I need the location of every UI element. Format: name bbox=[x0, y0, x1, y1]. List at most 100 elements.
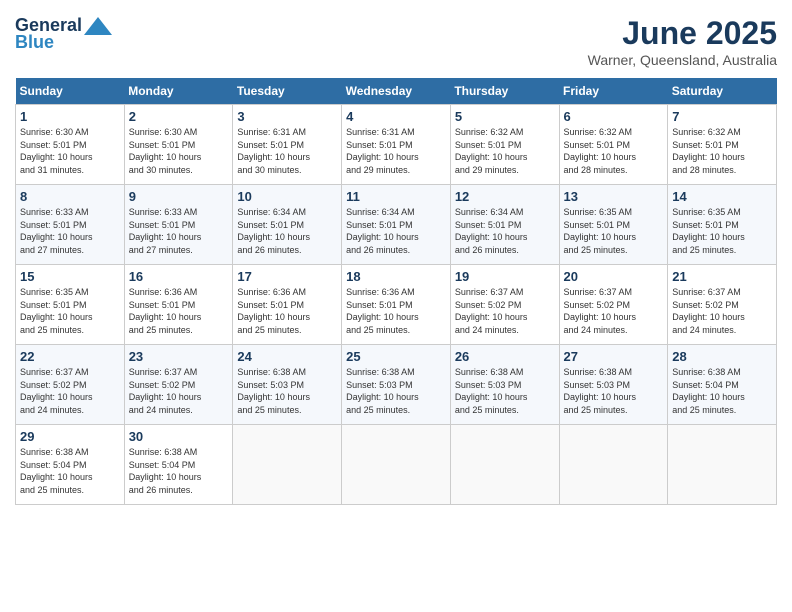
calendar-week-row: 8 Sunrise: 6:33 AMSunset: 5:01 PMDaylight… bbox=[16, 185, 777, 265]
day-number: 20 bbox=[564, 269, 664, 284]
day-info: Sunrise: 6:30 AMSunset: 5:01 PMDaylight:… bbox=[129, 126, 229, 176]
day-number: 7 bbox=[672, 109, 772, 124]
day-info: Sunrise: 6:37 AMSunset: 5:02 PMDaylight:… bbox=[564, 286, 664, 336]
day-number: 11 bbox=[346, 189, 446, 204]
calendar-week-row: 15 Sunrise: 6:35 AMSunset: 5:01 PMDayligh… bbox=[16, 265, 777, 345]
day-number: 28 bbox=[672, 349, 772, 364]
day-info: Sunrise: 6:35 AMSunset: 5:01 PMDaylight:… bbox=[672, 206, 772, 256]
day-number: 26 bbox=[455, 349, 555, 364]
day-info: Sunrise: 6:32 AMSunset: 5:01 PMDaylight:… bbox=[564, 126, 664, 176]
calendar-cell bbox=[668, 425, 777, 505]
day-info: Sunrise: 6:33 AMSunset: 5:01 PMDaylight:… bbox=[129, 206, 229, 256]
day-info: Sunrise: 6:37 AMSunset: 5:02 PMDaylight:… bbox=[20, 366, 120, 416]
day-info: Sunrise: 6:30 AMSunset: 5:01 PMDaylight:… bbox=[20, 126, 120, 176]
day-number: 23 bbox=[129, 349, 229, 364]
day-info: Sunrise: 6:31 AMSunset: 5:01 PMDaylight:… bbox=[237, 126, 337, 176]
day-info: Sunrise: 6:33 AMSunset: 5:01 PMDaylight:… bbox=[20, 206, 120, 256]
day-info: Sunrise: 6:34 AMSunset: 5:01 PMDaylight:… bbox=[455, 206, 555, 256]
day-info: Sunrise: 6:38 AMSunset: 5:03 PMDaylight:… bbox=[237, 366, 337, 416]
calendar-cell: 14 Sunrise: 6:35 AMSunset: 5:01 PMDayligh… bbox=[668, 185, 777, 265]
calendar-cell: 23 Sunrise: 6:37 AMSunset: 5:02 PMDayligh… bbox=[124, 345, 233, 425]
col-header-monday: Monday bbox=[124, 78, 233, 105]
day-number: 12 bbox=[455, 189, 555, 204]
day-info: Sunrise: 6:38 AMSunset: 5:03 PMDaylight:… bbox=[455, 366, 555, 416]
calendar-cell bbox=[559, 425, 668, 505]
day-number: 9 bbox=[129, 189, 229, 204]
page-header: General Blue June 2025 Warner, Queenslan… bbox=[15, 15, 777, 68]
calendar-cell: 26 Sunrise: 6:38 AMSunset: 5:03 PMDayligh… bbox=[450, 345, 559, 425]
day-info: Sunrise: 6:38 AMSunset: 5:04 PMDaylight:… bbox=[129, 446, 229, 496]
day-number: 17 bbox=[237, 269, 337, 284]
day-number: 25 bbox=[346, 349, 446, 364]
calendar-cell: 8 Sunrise: 6:33 AMSunset: 5:01 PMDaylight… bbox=[16, 185, 125, 265]
calendar-cell: 24Sunrise: 6:38 AMSunset: 5:03 PMDayligh… bbox=[233, 345, 342, 425]
day-number: 2 bbox=[129, 109, 229, 124]
day-info: Sunrise: 6:34 AMSunset: 5:01 PMDaylight:… bbox=[346, 206, 446, 256]
day-info: Sunrise: 6:35 AMSunset: 5:01 PMDaylight:… bbox=[20, 286, 120, 336]
calendar-cell: 29Sunrise: 6:38 AMSunset: 5:04 PMDayligh… bbox=[16, 425, 125, 505]
calendar-cell: 12 Sunrise: 6:34 AMSunset: 5:01 PMDayligh… bbox=[450, 185, 559, 265]
logo: General Blue bbox=[15, 15, 112, 53]
day-info: Sunrise: 6:37 AMSunset: 5:02 PMDaylight:… bbox=[672, 286, 772, 336]
calendar-cell: 6 Sunrise: 6:32 AMSunset: 5:01 PMDaylight… bbox=[559, 105, 668, 185]
day-number: 8 bbox=[20, 189, 120, 204]
day-number: 6 bbox=[564, 109, 664, 124]
calendar-cell: 27 Sunrise: 6:38 AMSunset: 5:03 PMDayligh… bbox=[559, 345, 668, 425]
day-number: 16 bbox=[129, 269, 229, 284]
calendar-cell: 7Sunrise: 6:32 AMSunset: 5:01 PMDaylight… bbox=[668, 105, 777, 185]
day-info: Sunrise: 6:35 AMSunset: 5:01 PMDaylight:… bbox=[564, 206, 664, 256]
col-header-wednesday: Wednesday bbox=[342, 78, 451, 105]
calendar-cell: 11 Sunrise: 6:34 AMSunset: 5:01 PMDayligh… bbox=[342, 185, 451, 265]
calendar-table: SundayMondayTuesdayWednesdayThursdayFrid… bbox=[15, 78, 777, 505]
calendar-cell: 16 Sunrise: 6:36 AMSunset: 5:01 PMDayligh… bbox=[124, 265, 233, 345]
title-area: June 2025 Warner, Queensland, Australia bbox=[588, 15, 777, 68]
day-number: 14 bbox=[672, 189, 772, 204]
calendar-cell: 9 Sunrise: 6:33 AMSunset: 5:01 PMDaylight… bbox=[124, 185, 233, 265]
calendar-week-row: 1 Sunrise: 6:30 AMSunset: 5:01 PMDaylight… bbox=[16, 105, 777, 185]
day-number: 18 bbox=[346, 269, 446, 284]
calendar-cell bbox=[342, 425, 451, 505]
calendar-week-row: 22 Sunrise: 6:37 AMSunset: 5:02 PMDayligh… bbox=[16, 345, 777, 425]
day-number: 10 bbox=[237, 189, 337, 204]
day-number: 21 bbox=[672, 269, 772, 284]
calendar-cell: 19Sunrise: 6:37 AMSunset: 5:02 PMDayligh… bbox=[450, 265, 559, 345]
day-number: 15 bbox=[20, 269, 120, 284]
calendar-header-row: SundayMondayTuesdayWednesdayThursdayFrid… bbox=[16, 78, 777, 105]
day-info: Sunrise: 6:32 AMSunset: 5:01 PMDaylight:… bbox=[455, 126, 555, 176]
calendar-cell: 13 Sunrise: 6:35 AMSunset: 5:01 PMDayligh… bbox=[559, 185, 668, 265]
calendar-cell bbox=[450, 425, 559, 505]
logo-icon bbox=[84, 17, 112, 35]
logo-blue: Blue bbox=[15, 32, 54, 53]
calendar-cell: 25 Sunrise: 6:38 AMSunset: 5:03 PMDayligh… bbox=[342, 345, 451, 425]
day-info: Sunrise: 6:38 AMSunset: 5:04 PMDaylight:… bbox=[672, 366, 772, 416]
day-info: Sunrise: 6:31 AMSunset: 5:01 PMDaylight:… bbox=[346, 126, 446, 176]
calendar-cell: 17 Sunrise: 6:36 AMSunset: 5:01 PMDayligh… bbox=[233, 265, 342, 345]
col-header-friday: Friday bbox=[559, 78, 668, 105]
day-number: 1 bbox=[20, 109, 120, 124]
day-info: Sunrise: 6:38 AMSunset: 5:03 PMDaylight:… bbox=[564, 366, 664, 416]
day-info: Sunrise: 6:36 AMSunset: 5:01 PMDaylight:… bbox=[129, 286, 229, 336]
day-number: 4 bbox=[346, 109, 446, 124]
calendar-cell: 4 Sunrise: 6:31 AMSunset: 5:01 PMDaylight… bbox=[342, 105, 451, 185]
day-number: 27 bbox=[564, 349, 664, 364]
calendar-cell: 15 Sunrise: 6:35 AMSunset: 5:01 PMDayligh… bbox=[16, 265, 125, 345]
calendar-cell: 5Sunrise: 6:32 AMSunset: 5:01 PMDaylight… bbox=[450, 105, 559, 185]
day-number: 22 bbox=[20, 349, 120, 364]
col-header-sunday: Sunday bbox=[16, 78, 125, 105]
col-header-tuesday: Tuesday bbox=[233, 78, 342, 105]
calendar-week-row: 29Sunrise: 6:38 AMSunset: 5:04 PMDayligh… bbox=[16, 425, 777, 505]
day-info: Sunrise: 6:36 AMSunset: 5:01 PMDaylight:… bbox=[237, 286, 337, 336]
calendar-cell: 10 Sunrise: 6:34 AMSunset: 5:01 PMDayligh… bbox=[233, 185, 342, 265]
col-header-saturday: Saturday bbox=[668, 78, 777, 105]
day-info: Sunrise: 6:37 AMSunset: 5:02 PMDaylight:… bbox=[129, 366, 229, 416]
day-info: Sunrise: 6:34 AMSunset: 5:01 PMDaylight:… bbox=[237, 206, 337, 256]
day-number: 30 bbox=[129, 429, 229, 444]
day-number: 13 bbox=[564, 189, 664, 204]
calendar-cell: 28 Sunrise: 6:38 AMSunset: 5:04 PMDayligh… bbox=[668, 345, 777, 425]
calendar-cell: 21 Sunrise: 6:37 AMSunset: 5:02 PMDayligh… bbox=[668, 265, 777, 345]
calendar-cell: 3Sunrise: 6:31 AMSunset: 5:01 PMDaylight… bbox=[233, 105, 342, 185]
calendar-cell bbox=[233, 425, 342, 505]
day-info: Sunrise: 6:38 AMSunset: 5:03 PMDaylight:… bbox=[346, 366, 446, 416]
day-number: 19 bbox=[455, 269, 555, 284]
day-info: Sunrise: 6:38 AMSunset: 5:04 PMDaylight:… bbox=[20, 446, 120, 496]
